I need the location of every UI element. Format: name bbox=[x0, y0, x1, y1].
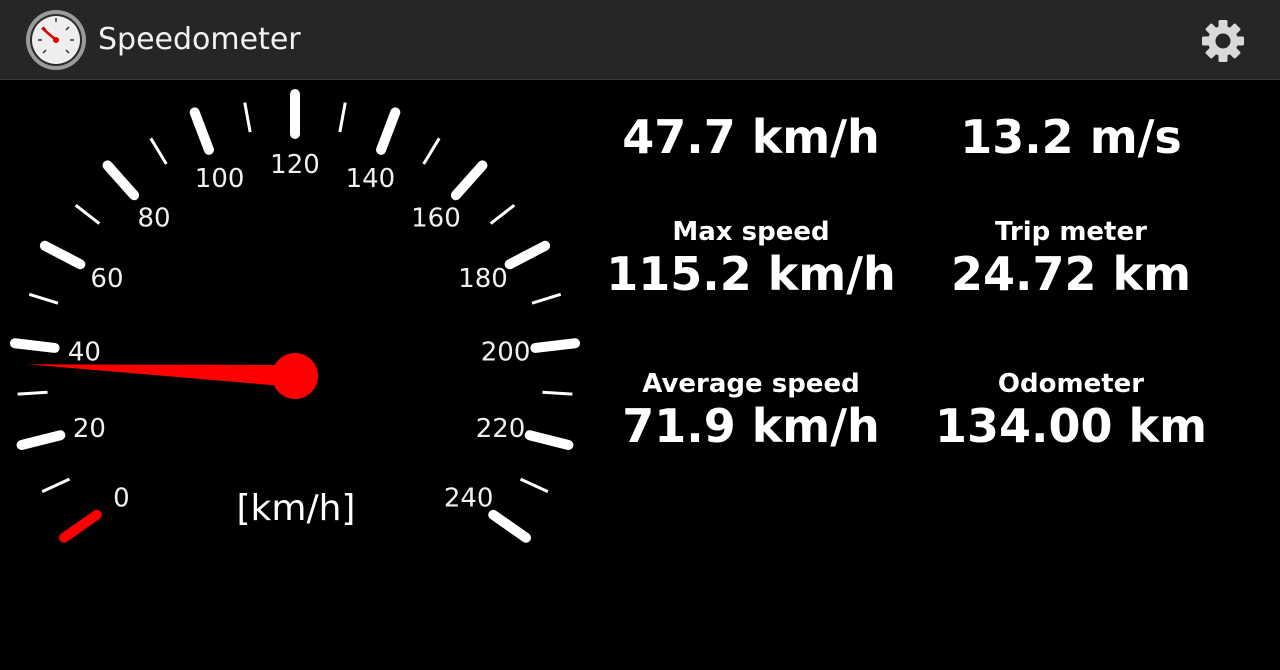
current-speed-kmh-value: 47.7 km/h bbox=[622, 110, 880, 164]
tick-label: 60 bbox=[90, 264, 123, 294]
gear-icon bbox=[1202, 20, 1244, 62]
major-tick bbox=[450, 160, 488, 201]
major-tick bbox=[376, 107, 401, 155]
needle-hub bbox=[272, 353, 318, 399]
minor-tick bbox=[542, 390, 573, 396]
minor-tick bbox=[243, 102, 252, 133]
max-speed-label: Max speed bbox=[672, 217, 830, 247]
tick-label: 220 bbox=[476, 414, 526, 444]
speedometer-icon bbox=[25, 9, 87, 71]
tick-label: 160 bbox=[411, 204, 461, 234]
major-tick bbox=[488, 509, 532, 543]
max-speed-value: 115.2 km/h bbox=[606, 247, 896, 301]
tick-label: 20 bbox=[73, 414, 106, 444]
minor-tick bbox=[519, 477, 549, 494]
average-speed: Average speed 71.9 km/h bbox=[586, 369, 916, 453]
minor-tick bbox=[149, 137, 168, 165]
tick-label: 0 bbox=[113, 484, 130, 514]
current-speed-ms: 13.2 m/s bbox=[906, 110, 1236, 164]
odometer-label: Odometer bbox=[997, 369, 1145, 399]
tick-label: 140 bbox=[346, 164, 396, 194]
tick-label: 120 bbox=[270, 150, 320, 180]
average-speed-label: Average speed bbox=[642, 369, 860, 399]
tick-label: 240 bbox=[444, 484, 494, 514]
minor-tick bbox=[41, 477, 71, 494]
gauge-dial: 0 20 40 60 80 100 120 140 160 180 200 220 240 [km/h] bbox=[9, 89, 581, 543]
tick-label: 40 bbox=[68, 337, 101, 367]
minor-tick bbox=[531, 292, 562, 305]
major-tick bbox=[189, 107, 214, 155]
current-speed-ms-value: 13.2 m/s bbox=[960, 110, 1182, 164]
minor-tick bbox=[28, 292, 59, 305]
tick-label: 100 bbox=[195, 164, 245, 194]
major-tick bbox=[524, 430, 574, 451]
trip-meter-value: 24.72 km bbox=[950, 247, 1192, 301]
max-speed: Max speed 115.2 km/h bbox=[586, 217, 916, 301]
major-tick bbox=[102, 160, 140, 201]
settings-button[interactable] bbox=[1196, 14, 1250, 68]
major-tick bbox=[39, 240, 86, 270]
trip-meter: Trip meter 24.72 km bbox=[906, 217, 1236, 301]
odometer-value: 134.00 km bbox=[934, 399, 1208, 453]
speedometer-gauge: 0 20 40 60 80 100 120 140 160 180 200 220 240 [km/h] bbox=[0, 80, 600, 670]
trip-meter-label: Trip meter bbox=[995, 217, 1147, 247]
app-bar: Speedometer bbox=[0, 0, 1280, 80]
tick-label: 200 bbox=[481, 337, 531, 367]
minor-tick bbox=[17, 390, 48, 396]
major-tick bbox=[9, 338, 60, 353]
unit-label: [km/h] bbox=[237, 488, 356, 529]
minor-tick bbox=[338, 102, 347, 133]
average-speed-value: 71.9 km/h bbox=[622, 399, 880, 453]
speed-needle bbox=[27, 364, 296, 387]
major-tick bbox=[530, 338, 581, 353]
odometer: Odometer 134.00 km bbox=[906, 369, 1236, 453]
major-tick bbox=[504, 240, 551, 270]
tick-label: 80 bbox=[138, 204, 171, 234]
app-title: Speedometer bbox=[98, 22, 301, 57]
major-tick bbox=[16, 430, 66, 451]
current-speed-kmh: 47.7 km/h bbox=[586, 110, 916, 164]
minor-tick bbox=[489, 203, 516, 225]
tick-label: 180 bbox=[458, 264, 508, 294]
minor-tick bbox=[74, 203, 101, 225]
major-tick bbox=[58, 509, 102, 543]
minor-tick bbox=[422, 137, 441, 165]
